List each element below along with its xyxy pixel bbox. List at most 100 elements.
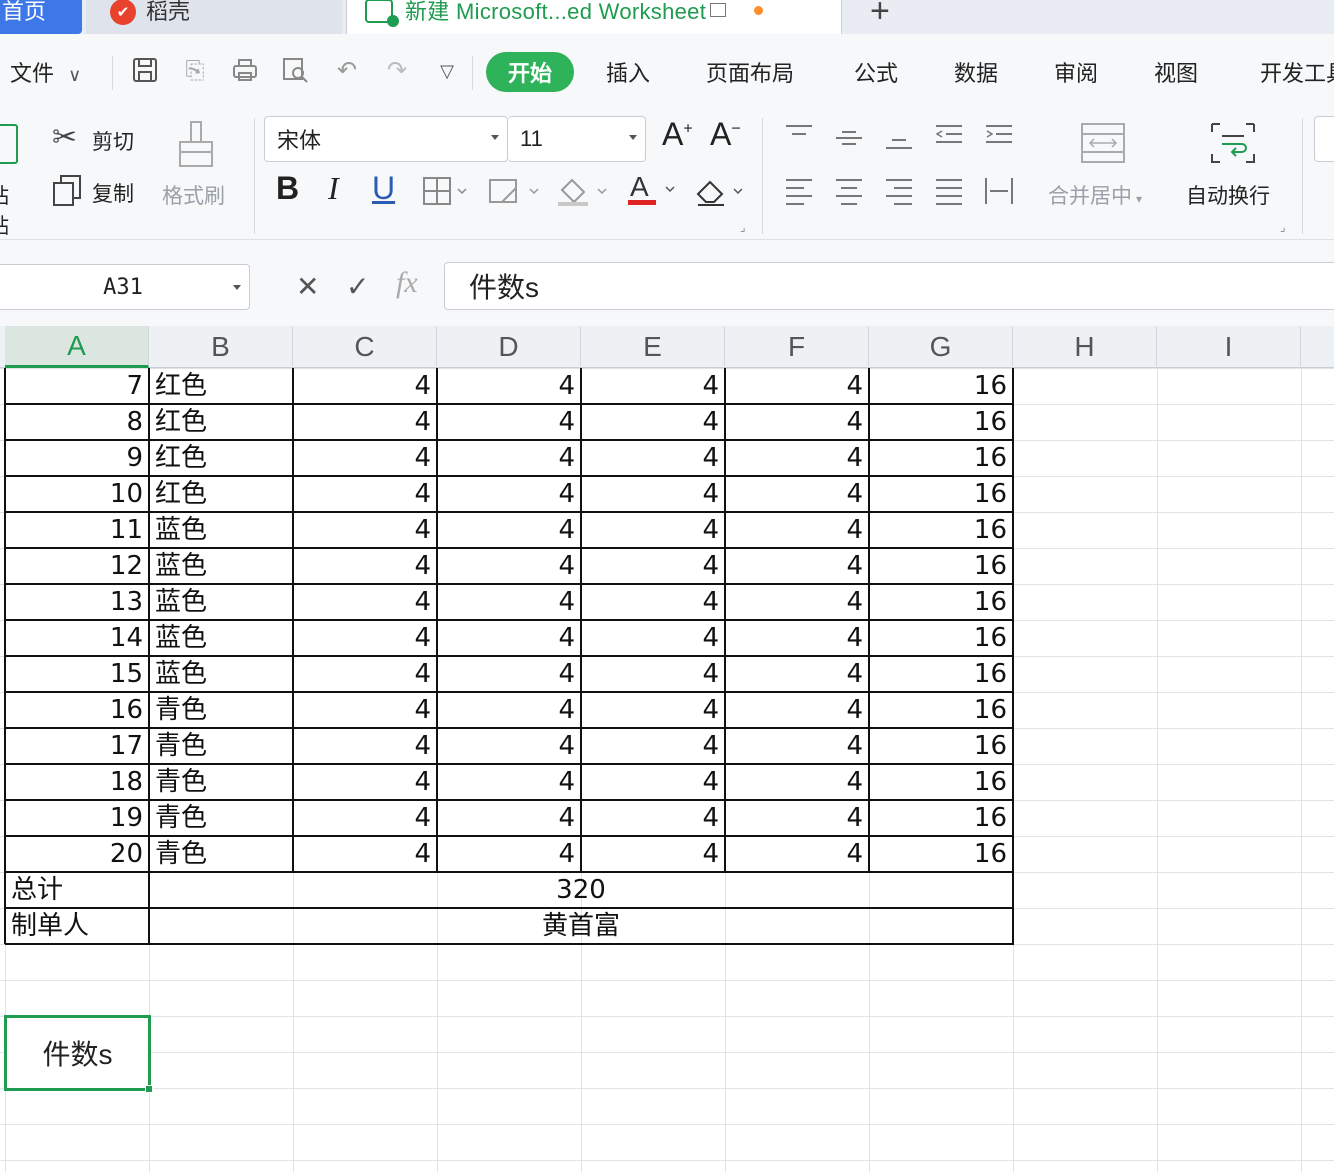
cell-f-row-8[interactable]: 4	[725, 404, 869, 440]
cell-d-row-11[interactable]: 4	[437, 512, 581, 548]
cell-c-row-12[interactable]: 4	[293, 548, 437, 584]
active-cell-a31[interactable]: 件数s	[4, 1015, 151, 1091]
cell-d-row-17[interactable]: 4	[437, 728, 581, 764]
cell-b-row-8[interactable]: 红色	[149, 404, 293, 440]
alignment-dialog-launcher-icon[interactable]: ⌟	[1280, 220, 1286, 234]
cell-g-row-19[interactable]: 16	[869, 800, 1013, 836]
cell-d-row-19[interactable]: 4	[437, 800, 581, 836]
cell-e-row-15[interactable]: 4	[581, 656, 725, 692]
cell-f-row-18[interactable]: 4	[725, 764, 869, 800]
cell-f-row-12[interactable]: 4	[725, 548, 869, 584]
align-bottom-icon[interactable]	[884, 122, 914, 157]
cell-f-row-7[interactable]: 4	[725, 368, 869, 404]
menu-file[interactable]: 文件 ∨	[10, 56, 81, 88]
column-header-d[interactable]: D	[437, 326, 581, 368]
merge-center-button[interactable]: 合并居中 ▾	[1048, 180, 1142, 210]
cell-e-row-8[interactable]: 4	[581, 404, 725, 440]
menu-review[interactable]: 审阅	[1054, 56, 1098, 88]
cell-f-row-11[interactable]: 4	[725, 512, 869, 548]
cell-style-icon[interactable]	[488, 176, 542, 211]
cell-a-row-20[interactable]: 20	[5, 836, 149, 872]
cell-c-row-16[interactable]: 4	[293, 692, 437, 728]
cell-g-row-17[interactable]: 16	[869, 728, 1013, 764]
cell-e-row-20[interactable]: 4	[581, 836, 725, 872]
decrease-indent-icon[interactable]	[934, 122, 964, 157]
cell-c-row-13[interactable]: 4	[293, 584, 437, 620]
cell-d-row-14[interactable]: 4	[437, 620, 581, 656]
cell-c-row-10[interactable]: 4	[293, 476, 437, 512]
number-format-select[interactable]	[1314, 116, 1334, 162]
cell-b-row-11[interactable]: 蓝色	[149, 512, 293, 548]
name-box[interactable]: A31	[0, 264, 250, 310]
cell-c-row-7[interactable]: 4	[293, 368, 437, 404]
font-name-select[interactable]: 宋体	[264, 116, 508, 162]
font-dialog-launcher-icon[interactable]: ⌟	[740, 220, 746, 234]
cell-c-row-17[interactable]: 4	[293, 728, 437, 764]
column-header-e[interactable]: E	[581, 326, 725, 368]
cell-g-row-15[interactable]: 16	[869, 656, 1013, 692]
cell-g-row-7[interactable]: 16	[869, 368, 1013, 404]
save-icon[interactable]	[130, 56, 160, 86]
justify-icon[interactable]	[934, 176, 964, 211]
cell-a-row-9[interactable]: 9	[5, 440, 149, 476]
cell-g-row-16[interactable]: 16	[869, 692, 1013, 728]
column-header-b[interactable]: B	[149, 326, 293, 368]
cell-f-row-19[interactable]: 4	[725, 800, 869, 836]
cell-b-row-18[interactable]: 青色	[149, 764, 293, 800]
cell-a-row-16[interactable]: 16	[5, 692, 149, 728]
border-icon[interactable]	[422, 176, 468, 211]
cell-b-row-9[interactable]: 红色	[149, 440, 293, 476]
cell-f-row-17[interactable]: 4	[725, 728, 869, 764]
cell-c-row-14[interactable]: 4	[293, 620, 437, 656]
cell-f-row-14[interactable]: 4	[725, 620, 869, 656]
underline-button[interactable]: U	[372, 170, 395, 207]
fill-color-icon[interactable]	[556, 174, 610, 213]
column-header-h[interactable]: H	[1013, 326, 1157, 368]
cell-b-row-7[interactable]: 红色	[149, 368, 293, 404]
distributed-align-icon[interactable]	[984, 176, 1014, 211]
menu-insert[interactable]: 插入	[606, 56, 650, 88]
wrap-text-button[interactable]: 自动换行	[1186, 180, 1270, 210]
menu-formula[interactable]: 公式	[854, 56, 898, 88]
cell-f-row-9[interactable]: 4	[725, 440, 869, 476]
cell-c-row-19[interactable]: 4	[293, 800, 437, 836]
customize-toolbar-icon[interactable]: ▽	[432, 56, 462, 86]
cell-a-row-12[interactable]: 12	[5, 548, 149, 584]
print-preview-icon[interactable]	[280, 56, 310, 86]
cell-a-row-11[interactable]: 11	[5, 512, 149, 548]
cell-f-row-16[interactable]: 4	[725, 692, 869, 728]
cell-b-row-10[interactable]: 红色	[149, 476, 293, 512]
cell-a-row-19[interactable]: 19	[5, 800, 149, 836]
increase-indent-icon[interactable]	[984, 122, 1014, 157]
tab-document[interactable]: 新建 Microsoft...ed Worksheet	[346, 0, 842, 34]
maker-value-cell[interactable]: 黄首富	[149, 908, 1013, 944]
cell-c-row-15[interactable]: 4	[293, 656, 437, 692]
cell-d-row-16[interactable]: 4	[437, 692, 581, 728]
cell-a-row-14[interactable]: 14	[5, 620, 149, 656]
cell-c-row-11[interactable]: 4	[293, 512, 437, 548]
cell-c-row-9[interactable]: 4	[293, 440, 437, 476]
clear-format-icon[interactable]	[694, 174, 748, 213]
cell-a-row-7[interactable]: 7	[5, 368, 149, 404]
cell-a-row-13[interactable]: 13	[5, 584, 149, 620]
cell-e-row-17[interactable]: 4	[581, 728, 725, 764]
cell-g-row-10[interactable]: 16	[869, 476, 1013, 512]
cell-g-row-14[interactable]: 16	[869, 620, 1013, 656]
cell-b-row-19[interactable]: 青色	[149, 800, 293, 836]
menu-data[interactable]: 数据	[954, 56, 998, 88]
print-icon[interactable]	[230, 56, 260, 86]
cell-c-row-8[interactable]: 4	[293, 404, 437, 440]
merge-cells-icon[interactable]	[1080, 122, 1126, 169]
tab-docer[interactable]: ✔ 稻壳	[86, 0, 342, 34]
fill-handle[interactable]	[145, 1085, 153, 1093]
tab-home[interactable]: 首页	[0, 0, 82, 34]
menu-start[interactable]: 开始	[486, 52, 574, 92]
column-header-c[interactable]: C	[293, 326, 437, 368]
cell-c-row-18[interactable]: 4	[293, 764, 437, 800]
cell-a-row-18[interactable]: 18	[5, 764, 149, 800]
paste-button[interactable]: 粘贴	[0, 180, 28, 240]
cell-e-row-12[interactable]: 4	[581, 548, 725, 584]
cell-f-row-10[interactable]: 4	[725, 476, 869, 512]
cell-a-row-8[interactable]: 8	[5, 404, 149, 440]
menu-view[interactable]: 视图	[1154, 56, 1198, 88]
